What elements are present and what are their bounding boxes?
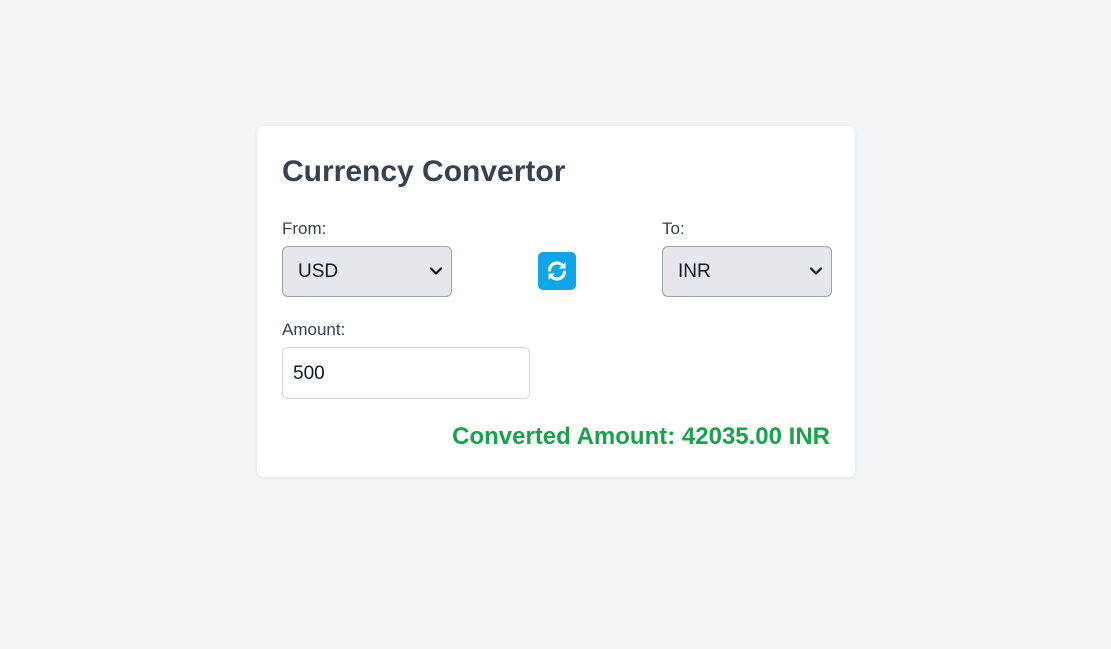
swap-currencies-button[interactable]	[538, 252, 576, 290]
chevron-down-icon	[429, 267, 443, 275]
from-label: From:	[282, 219, 327, 238]
to-currency-value: INR	[678, 261, 711, 282]
from-currency-value: USD	[298, 261, 339, 282]
amount-value: 500	[293, 363, 325, 384]
converted-amount-text: Converted Amount: 42035.00 INR	[452, 423, 830, 450]
chevron-down-icon	[809, 267, 823, 275]
converter-card: Currency Convertor From: USD To: INR Amo…	[256, 125, 856, 478]
page-title: Currency Convertor	[282, 155, 566, 188]
to-label: To:	[662, 219, 685, 238]
swap-refresh-icon	[547, 261, 567, 281]
amount-label: Amount:	[282, 320, 346, 339]
to-currency-select[interactable]: INR	[662, 246, 832, 297]
from-currency-select[interactable]: USD	[282, 246, 452, 297]
amount-input[interactable]: 500	[282, 347, 530, 399]
